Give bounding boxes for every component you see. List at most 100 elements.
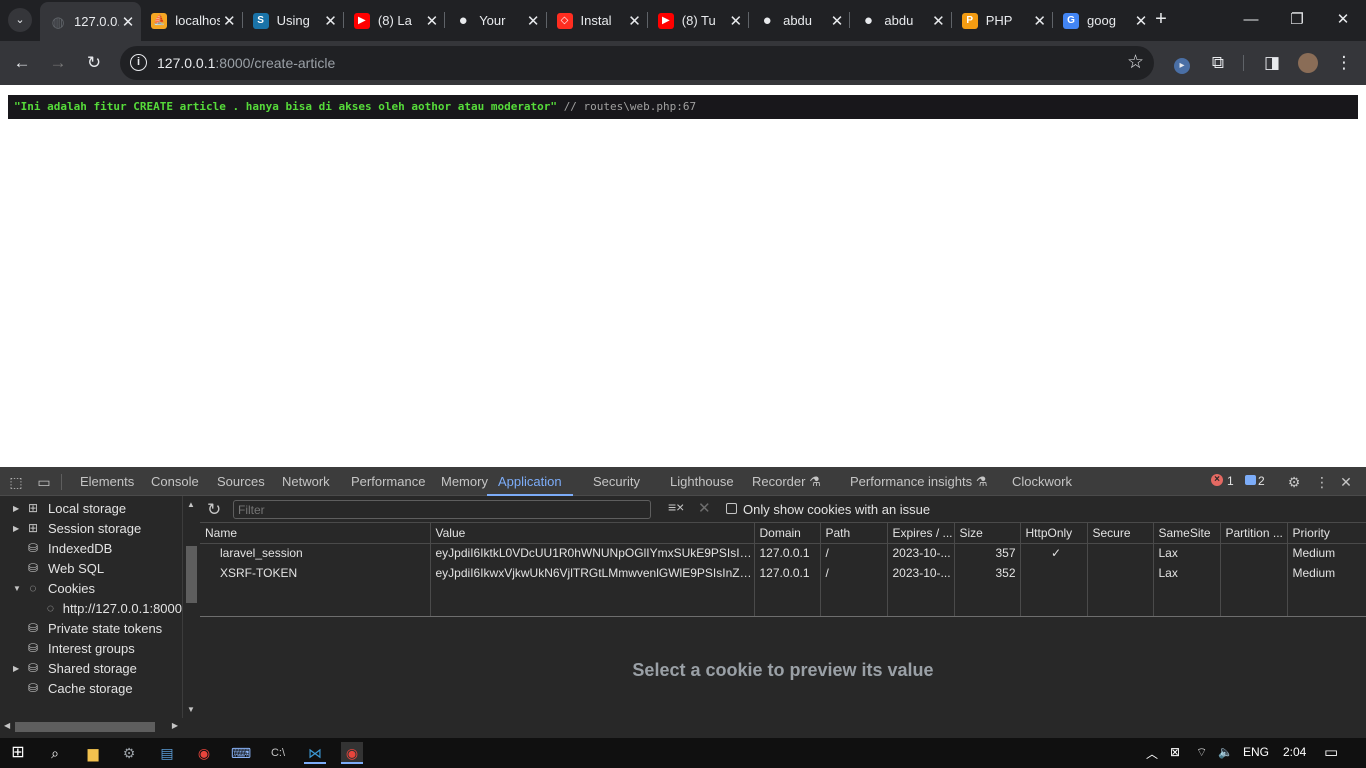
table-row[interactable]: XSRF-TOKEN eyJpdiI6IkwxVjkwUkN6VjlTRGtLMm… [200, 563, 1366, 583]
sidebar-item-session-storage[interactable]: ▶ ⊞ Session storage [0, 518, 182, 538]
settings-app-icon[interactable]: ⚙ [118, 742, 140, 764]
column-header[interactable]: Name [200, 523, 431, 544]
devtools-tab-performance[interactable]: Performance [351, 467, 425, 496]
message-icon[interactable] [1245, 475, 1256, 485]
close-window-button[interactable]: ✕ [1320, 6, 1366, 34]
info-icon[interactable]: i [130, 54, 147, 71]
terminal-icon[interactable]: C:\ [267, 742, 289, 764]
notepad-icon[interactable]: ▤ [156, 742, 178, 764]
devtools-tab-network[interactable]: Network [282, 467, 330, 496]
inspect-element-icon[interactable]: ⬚ [7, 473, 25, 491]
devtools-tab-sources[interactable]: Sources [217, 467, 265, 496]
close-tab-icon[interactable]: ✕ [220, 12, 238, 30]
close-tab-icon[interactable]: ✕ [423, 12, 441, 30]
refresh-icon[interactable]: ↻ [207, 500, 221, 520]
wifi-icon[interactable]: ⌔ [1196, 745, 1207, 760]
scroll-up-arrow-icon[interactable]: ▲ [187, 500, 195, 509]
address-bar[interactable]: i 127.0.0.1:8000/create-article ☆ [120, 46, 1154, 80]
tab-search-button[interactable]: ⌄ [8, 8, 32, 32]
back-button[interactable]: ← [8, 49, 36, 77]
close-tab-icon[interactable]: ✕ [828, 12, 846, 30]
settings-gear-icon[interactable]: ⚙ [1285, 473, 1303, 491]
sidebar-item-web-sql[interactable]: ⛁ Web SQL [0, 558, 182, 578]
chrome-menu-button[interactable]: ⋮ [1330, 49, 1358, 77]
search-icon[interactable]: ⌕ [44, 742, 66, 764]
sidebar-vertical-scrollbar[interactable]: ▲ ▼ [182, 496, 200, 718]
devtools-tab-performance-insights[interactable]: Performance insights ⚗ [850, 467, 987, 496]
sidebar-item-interest-groups[interactable]: ⛁ Interest groups [0, 638, 182, 658]
tray-extra-icon[interactable]: ⊠ [1170, 745, 1180, 759]
column-header[interactable]: HttpOnly [1020, 523, 1088, 544]
browser-tab[interactable]: ● Your ✕ [445, 6, 546, 35]
column-header[interactable]: Size [954, 523, 1021, 544]
table-row[interactable]: laravel_session eyJpdiI6IktkL0VDcUU1R0hWN… [200, 543, 1366, 563]
volume-icon[interactable]: 🔈 [1218, 745, 1233, 759]
sidebar-item-cookies[interactable]: ▼ ◌ Cookies [0, 578, 182, 598]
close-tab-icon[interactable]: ✕ [727, 12, 745, 30]
expand-down-arrow-icon[interactable]: ▼ [13, 584, 25, 593]
clock[interactable]: 2:04 [1283, 745, 1306, 759]
close-devtools-icon[interactable]: ✕ [1337, 473, 1355, 491]
close-tab-icon[interactable]: ✕ [524, 12, 542, 30]
devtools-tab-memory[interactable]: Memory [441, 467, 488, 496]
filter-input[interactable] [233, 500, 651, 519]
expand-right-arrow-icon[interactable]: ▶ [13, 664, 25, 673]
devtools-tab-clockwork[interactable]: Clockwork [1012, 467, 1072, 496]
windows-start-icon[interactable]: ⊞ [7, 742, 29, 764]
restore-button[interactable]: ❐ [1274, 6, 1320, 34]
scrollbar-thumb[interactable] [15, 722, 155, 732]
error-icon[interactable]: × [1211, 474, 1223, 486]
devtools-menu-icon[interactable]: ⋮ [1313, 473, 1331, 491]
expand-right-arrow-icon[interactable]: ▶ [13, 504, 25, 513]
forward-button[interactable]: → [44, 49, 72, 77]
browser-tab[interactable]: P PHP ✕ [952, 6, 1053, 35]
chrome-icon[interactable]: ◉ [193, 742, 215, 764]
devtools-tab-application[interactable]: Application [487, 467, 573, 496]
minimize-button[interactable]: — [1228, 6, 1274, 34]
column-header[interactable]: Domain [754, 523, 821, 544]
extensions-menu-button[interactable]: ⧉ [1204, 49, 1232, 77]
device-toolbar-icon[interactable]: ▭ [35, 473, 53, 491]
expand-right-arrow-icon[interactable]: ▶ [13, 524, 25, 533]
sidebar-item-private-state-tokens[interactable]: ⛁ Private state tokens [0, 618, 182, 638]
devtools-tab-elements[interactable]: Elements [80, 467, 134, 496]
clear-all-cookies-icon[interactable]: ≡× [668, 499, 684, 515]
sidebar-item-http-127-0-0-1-8000[interactable]: ◌ http://127.0.0.1:8000 [0, 598, 182, 618]
sidebar-item-shared-storage[interactable]: ▶ ⛁ Shared storage [0, 658, 182, 678]
browser-tab[interactable]: ▶ (8) Tu ✕ [648, 6, 749, 35]
side-panel-button[interactable]: ◨ [1258, 49, 1286, 77]
chrome-active-icon[interactable]: ◉ [341, 742, 363, 764]
bookmark-star-icon[interactable]: ☆ [1127, 51, 1144, 74]
browser-tab[interactable]: Ggoog ✕ [1053, 6, 1154, 35]
sidebar-item-cache-storage[interactable]: ⛁ Cache storage [0, 678, 182, 698]
column-header[interactable]: Priority [1287, 523, 1366, 544]
url-text[interactable]: 127.0.0.1:8000/create-article [157, 55, 335, 71]
column-header[interactable]: Value [430, 523, 755, 544]
column-header[interactable]: Secure [1087, 523, 1154, 544]
language-indicator[interactable]: ENG [1243, 745, 1269, 759]
devtools-tab-security[interactable]: Security [593, 467, 640, 496]
issue-filter-checkbox[interactable] [726, 503, 737, 514]
issue-filter-label[interactable]: Only show cookies with an issue [743, 502, 930, 517]
notification-icon[interactable]: ▭ [1324, 743, 1338, 761]
message-count[interactable]: 2 [1258, 474, 1265, 488]
browser-tab[interactable]: ◍ 127.0.0.1✕ [40, 2, 141, 41]
devtools-tab-recorder[interactable]: Recorder ⚗ [752, 467, 821, 496]
sidebar-horizontal-scrollbar[interactable]: ◀ ▶ [0, 718, 182, 736]
column-header[interactable]: SameSite [1153, 523, 1221, 544]
keyboard-app-icon[interactable]: ⌨ [230, 742, 252, 764]
profile-button[interactable] [1294, 49, 1322, 77]
sidebar-item-indexeddb[interactable]: ⛁ IndexedDB [0, 538, 182, 558]
scrollbar-thumb[interactable] [186, 546, 197, 603]
column-header[interactable]: Path [820, 523, 888, 544]
devtools-tab-console[interactable]: Console [151, 467, 199, 496]
column-header[interactable]: Expires / ... [887, 523, 955, 544]
column-header[interactable]: Partition ... [1220, 523, 1288, 544]
file-explorer-icon[interactable]: ▆ [82, 742, 104, 764]
new-tab-button[interactable]: + [1151, 8, 1171, 32]
reload-button[interactable]: ↻ [80, 49, 108, 77]
browser-tab[interactable]: ● abdu ✕ [749, 6, 850, 35]
browser-tab[interactable]: ⛵ localhost✕ [141, 6, 242, 35]
close-tab-icon[interactable]: ✕ [1031, 12, 1049, 30]
scroll-down-arrow-icon[interactable]: ▼ [187, 705, 195, 714]
